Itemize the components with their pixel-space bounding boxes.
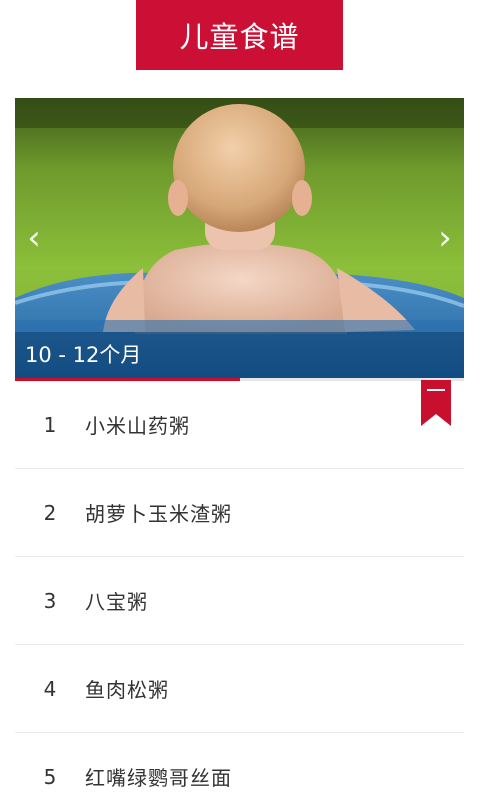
recipe-number: 2 [43,500,57,525]
list-item[interactable]: 5 红嘴绿鹦哥丝面 [15,733,464,800]
list-item[interactable]: 1 小米山药粥 [15,381,464,469]
recipe-name: 鱼肉松粥 [85,678,169,702]
recipe-name: 红嘴绿鹦哥丝面 [85,766,232,790]
list-item[interactable]: 2 胡萝卜玉米渣粥 [15,469,464,557]
recipe-list: 1 小米山药粥 2 胡萝卜玉米渣粥 3 八宝粥 4 鱼肉松粥 5 红嘴绿鹦哥丝面 [15,381,464,800]
carousel-next-icon[interactable]: › [430,218,460,258]
app-title: 儿童食谱 [136,0,343,70]
recipe-name: 八宝粥 [85,590,148,614]
recipe-number: 5 [43,764,57,789]
recipe-carousel[interactable]: ‹ › 10 - 12个月 [15,98,464,380]
recipe-name: 小米山药粥 [85,414,190,438]
recipe-name: 胡萝卜玉米渣粥 [85,502,232,526]
list-item[interactable]: 4 鱼肉松粥 [15,645,464,733]
list-item[interactable]: 3 八宝粥 [15,557,464,645]
recipe-number: 4 [43,676,57,701]
recipe-number: 3 [43,588,57,613]
recipe-number: 1 [43,412,57,437]
age-range-caption: 10 - 12个月 [25,343,142,367]
carousel-prev-icon[interactable]: ‹ [19,218,49,258]
